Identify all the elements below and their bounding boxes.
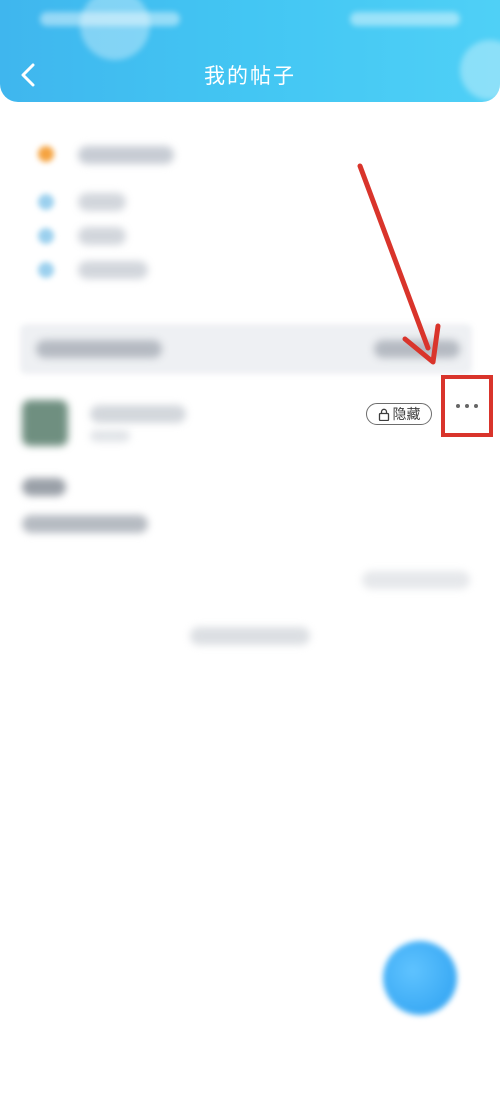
floating-action-button[interactable] <box>383 941 457 1015</box>
